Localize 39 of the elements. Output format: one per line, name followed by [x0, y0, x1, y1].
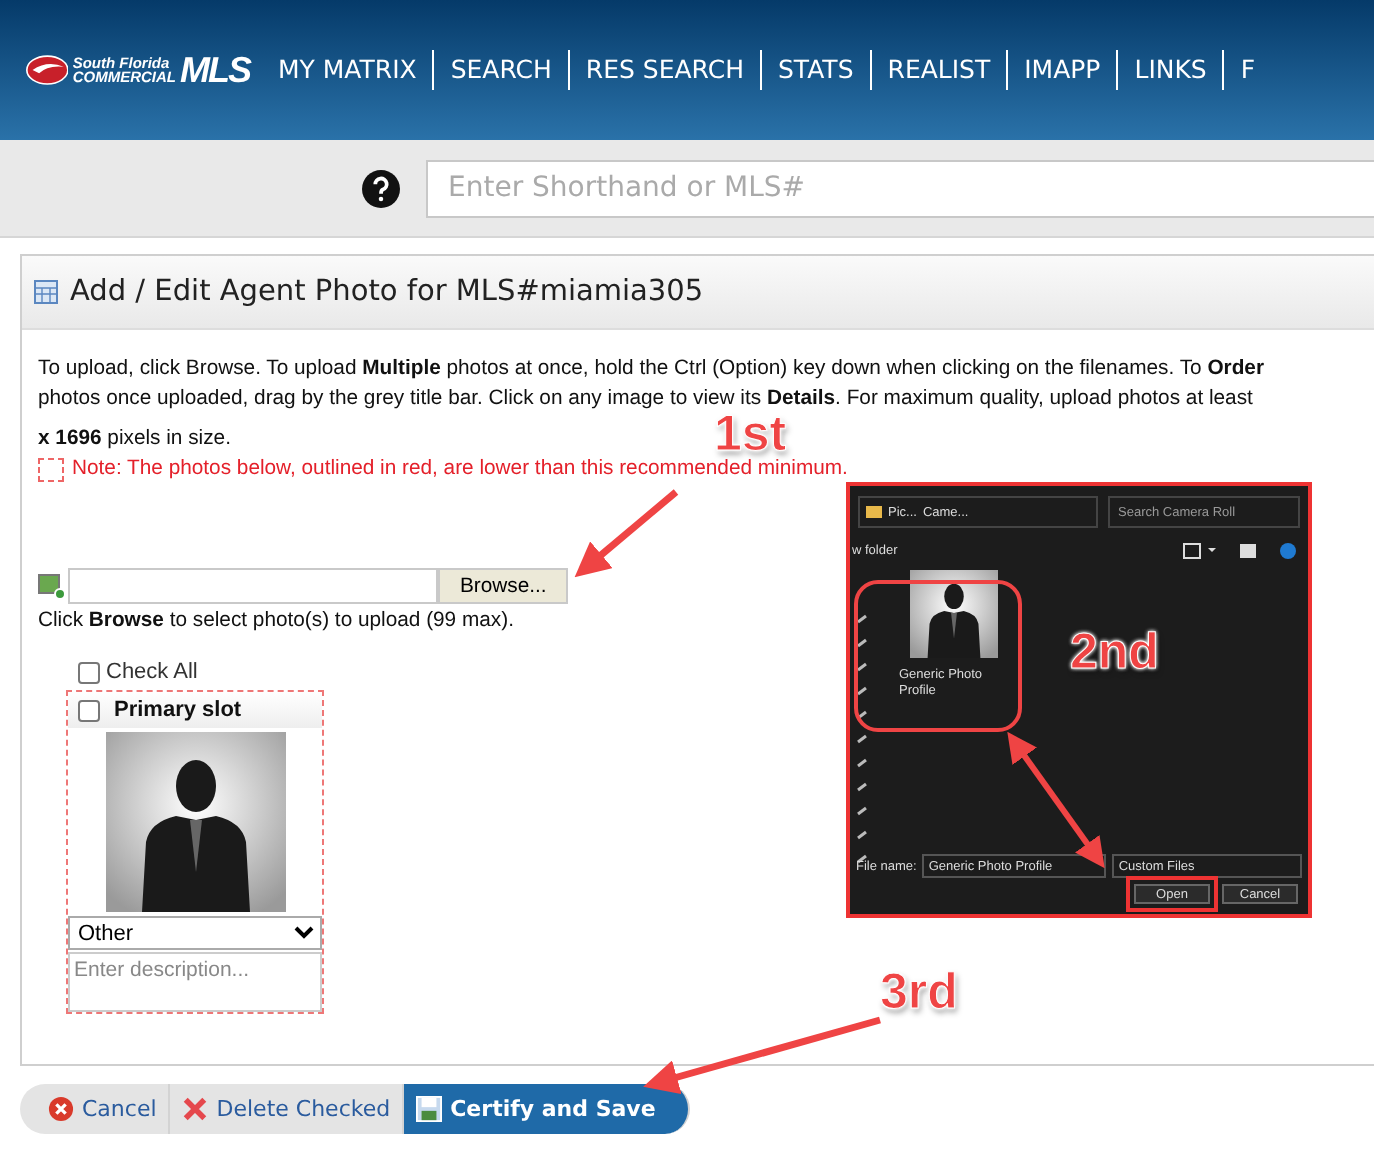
- nav-link[interactable]: SEARCH: [432, 50, 568, 90]
- panel-title: Add / Edit Agent Photo for MLS#miamia305: [70, 276, 704, 308]
- nav-link[interactable]: F: [1222, 50, 1272, 90]
- nav-link[interactable]: RES SEARCH: [567, 50, 760, 90]
- dashed-square-icon: [38, 457, 64, 481]
- nav-link[interactable]: IMAPP: [1006, 50, 1117, 90]
- instruction-text: x 1696 pixels in size.: [38, 426, 231, 454]
- action-button[interactable]: Delete Checked: [170, 1084, 405, 1134]
- help-icon[interactable]: [362, 169, 400, 207]
- double-arrow: [1007, 731, 1105, 869]
- description-field[interactable]: Enter description...: [68, 952, 322, 1012]
- checkbox[interactable]: [78, 699, 100, 721]
- arrow: [574, 489, 679, 578]
- callout-label: 3rd: [880, 964, 958, 1022]
- browse-button[interactable]: Browse...: [438, 568, 569, 604]
- checkbox[interactable]: [78, 661, 100, 683]
- nav-link[interactable]: MY MATRIX: [278, 50, 433, 90]
- table-icon: [34, 280, 58, 304]
- cancel-icon: [48, 1096, 74, 1122]
- search-field[interactable]: Enter Shorthand or MLS#: [426, 159, 1374, 217]
- logo-icon: [26, 52, 69, 88]
- view-icons[interactable]: [1180, 542, 1300, 560]
- category-dropdown[interactable]: Other: [68, 916, 322, 950]
- silhouette-thumbnail: [910, 570, 998, 658]
- photo-slot-title: Primary slot: [114, 698, 242, 722]
- callout-label: 2nd: [1070, 624, 1159, 682]
- checkbox-label[interactable]: Check All: [106, 660, 198, 684]
- instruction-text: To upload, click Browse. To upload Multiple photos at once, hold the Ctrl (Option) key down when clicking on the filenames. To Order: [38, 356, 1264, 384]
- upload-hint: Click Browse to select photo(s) to upload (99 max).: [38, 610, 516, 632]
- nav-link[interactable]: REALIST: [869, 50, 1007, 90]
- note-text: Note: The photos below, outlined in red, are lower than this recommended minimum.: [72, 456, 848, 484]
- action-button[interactable]: Certify and Save: [404, 1084, 690, 1134]
- folder-icon: [866, 506, 882, 518]
- action-button[interactable]: Cancel: [20, 1084, 171, 1134]
- nav-link[interactable]: LINKS: [1116, 50, 1223, 90]
- cross-icon: [182, 1096, 209, 1122]
- logo-text: MLS: [180, 49, 250, 91]
- nav-link[interactable]: STATS: [760, 50, 870, 90]
- image-add-icon: [38, 573, 66, 599]
